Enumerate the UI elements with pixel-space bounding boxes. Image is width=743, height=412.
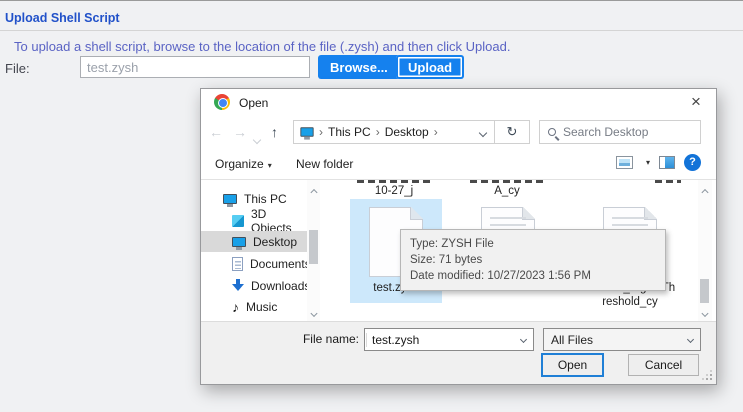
breadcrumb-separator: › bbox=[319, 125, 323, 139]
sidebar-item-music[interactable]: ♪ Music bbox=[201, 296, 307, 317]
monitor-icon bbox=[232, 237, 246, 247]
dialog-title-bar[interactable]: Open × bbox=[201, 89, 716, 115]
back-arrow-icon[interactable]: ← bbox=[209, 124, 223, 140]
navigation-sidebar: This PC 3D Objects Desktop Documents Dow… bbox=[201, 180, 307, 323]
tooltip-date-modified: Date modified: 10/27/2023 1:56 PM bbox=[410, 268, 656, 284]
sidebar-scrollbar[interactable] bbox=[307, 180, 320, 323]
file-item-partial[interactable]: A_cy bbox=[467, 180, 547, 197]
navigation-bar: ← → ↑ › This PC › Desktop › ↻ Search Des… bbox=[201, 115, 716, 149]
file-path-input[interactable] bbox=[80, 56, 310, 78]
breadcrumb-this-pc[interactable]: This PC bbox=[328, 125, 371, 139]
help-icon[interactable]: ? bbox=[684, 154, 701, 171]
open-file-dialog: Open × ← → ↑ › This PC › Desktop › ↻ Sea… bbox=[200, 88, 717, 385]
view-dropdown-icon[interactable]: ▾ bbox=[646, 158, 650, 167]
file-info-tooltip: Type: ZYSH File Size: 71 bytes Date modi… bbox=[400, 229, 666, 291]
browse-button[interactable]: Browse... bbox=[318, 55, 400, 79]
breadcrumb[interactable]: › This PC › Desktop › bbox=[293, 120, 495, 144]
breadcrumb-desktop[interactable]: Desktop bbox=[385, 125, 429, 139]
breadcrumb-separator: › bbox=[376, 125, 380, 139]
tooltip-type: Type: ZYSH File bbox=[410, 236, 656, 252]
file-list-scrollbar[interactable] bbox=[698, 180, 712, 323]
monitor-icon bbox=[223, 194, 237, 204]
address-dropdown-icon[interactable] bbox=[480, 125, 486, 139]
file-name-combobox[interactable]: test.zysh bbox=[364, 328, 534, 351]
open-button[interactable]: Open bbox=[541, 353, 604, 377]
search-icon bbox=[548, 128, 556, 136]
scroll-down-icon[interactable] bbox=[703, 305, 708, 319]
forward-arrow-icon[interactable]: → bbox=[233, 124, 247, 140]
resize-grip[interactable] bbox=[710, 378, 712, 380]
file-item-partial[interactable] bbox=[648, 180, 688, 185]
sidebar-item-documents[interactable]: Documents bbox=[201, 253, 307, 274]
dialog-body: This PC 3D Objects Desktop Documents Dow… bbox=[201, 180, 716, 323]
tooltip-size: Size: 71 bytes bbox=[410, 252, 656, 268]
dropdown-triangle-icon: ▾ bbox=[268, 161, 272, 170]
breadcrumb-separator: › bbox=[434, 125, 438, 139]
scrollbar-thumb[interactable] bbox=[309, 230, 318, 264]
chrome-icon bbox=[214, 94, 230, 110]
dialog-title: Open bbox=[239, 96, 268, 110]
scroll-down-icon[interactable] bbox=[311, 305, 316, 319]
scroll-up-icon[interactable] bbox=[311, 184, 316, 198]
file-item-partial[interactable]: 10-27_j bbox=[354, 180, 434, 197]
search-placeholder: Search Desktop bbox=[563, 125, 648, 139]
sidebar-item-desktop[interactable]: Desktop bbox=[201, 231, 307, 252]
dialog-footer: File name: test.zysh All Files Open Canc… bbox=[201, 321, 716, 384]
preview-pane-icon[interactable] bbox=[659, 156, 675, 169]
page-title: Upload Shell Script bbox=[5, 11, 120, 25]
up-arrow-icon[interactable]: ↑ bbox=[271, 124, 278, 140]
upload-instruction-text: To upload a shell script, browse to the … bbox=[14, 39, 510, 54]
document-icon bbox=[232, 257, 243, 271]
file-list: 10-27_j A_cy test.zysh To Do bbox=[320, 180, 698, 323]
refresh-button[interactable]: ↻ bbox=[494, 120, 530, 144]
clipped-filename-line bbox=[357, 180, 431, 183]
history-chevron-icon[interactable] bbox=[254, 130, 260, 146]
thumbnail-view-icon[interactable] bbox=[616, 156, 633, 169]
scrollbar-thumb[interactable] bbox=[700, 279, 709, 303]
file-type-select[interactable]: All Files bbox=[543, 328, 701, 351]
clipped-filename-line bbox=[470, 180, 544, 183]
dialog-toolbar: Organize▾ New folder ▾ ? bbox=[201, 149, 716, 179]
this-pc-icon bbox=[300, 127, 313, 137]
search-input[interactable]: Search Desktop bbox=[539, 120, 701, 144]
music-note-icon: ♪ bbox=[232, 300, 239, 314]
clipped-filename-line bbox=[655, 180, 681, 183]
file-field-label: File: bbox=[5, 61, 30, 76]
chevron-down-icon[interactable] bbox=[520, 336, 527, 343]
chevron-down-icon[interactable] bbox=[687, 336, 694, 343]
upload-button[interactable]: Upload bbox=[396, 55, 464, 79]
scroll-up-icon[interactable] bbox=[703, 184, 708, 198]
refresh-icon: ↻ bbox=[507, 124, 518, 139]
cancel-button[interactable]: Cancel bbox=[628, 354, 699, 376]
file-name-label: File name: bbox=[261, 332, 359, 346]
sidebar-item-3d-objects[interactable]: 3D Objects bbox=[201, 210, 307, 231]
download-arrow-icon bbox=[232, 279, 244, 292]
title-divider bbox=[0, 30, 743, 31]
cube-icon bbox=[232, 215, 244, 227]
new-folder-button[interactable]: New folder bbox=[296, 157, 353, 171]
close-icon[interactable]: × bbox=[685, 91, 707, 113]
organize-menu-button[interactable]: Organize▾ bbox=[215, 157, 272, 171]
sidebar-item-downloads[interactable]: Downloads bbox=[201, 275, 307, 296]
